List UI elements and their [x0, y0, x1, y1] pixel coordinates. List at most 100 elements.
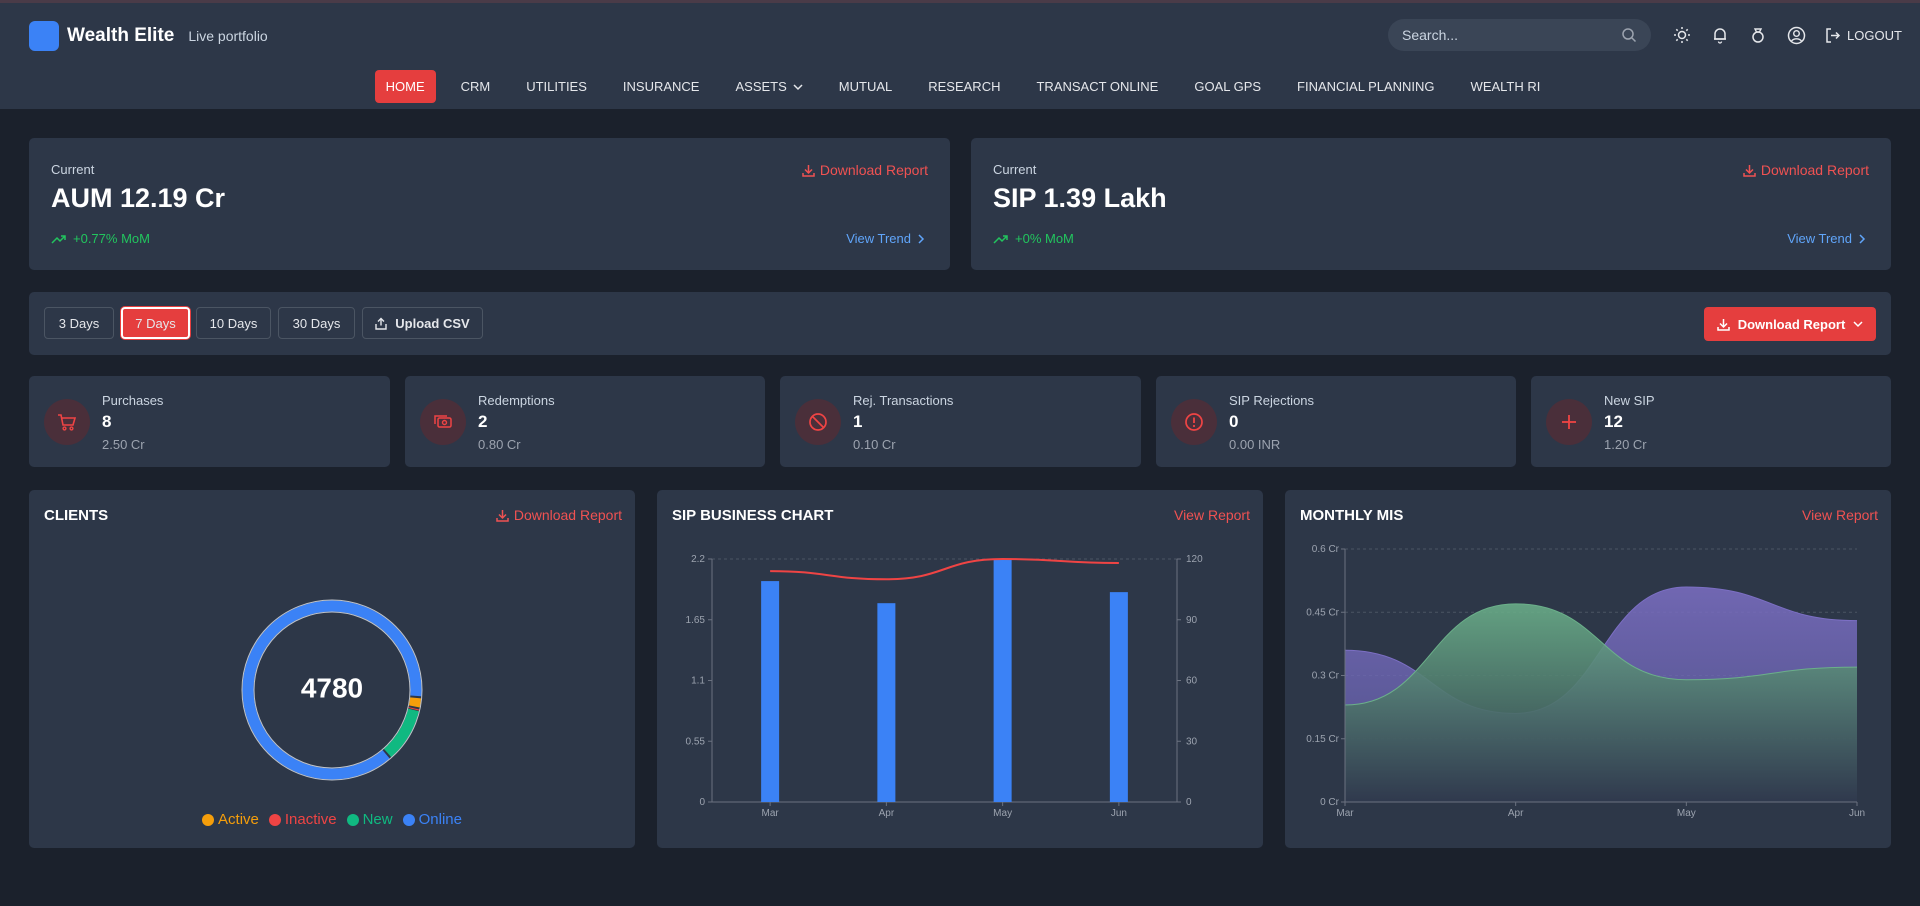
- stat-card-purchases[interactable]: Purchases 8 2.50 Cr: [29, 376, 390, 467]
- x-tick-label: Mar: [762, 808, 780, 819]
- search-box: [1388, 19, 1651, 51]
- monthly-mis-panel: MONTHLY MIS View Report 0 Cr 0.15 Cr 0.3 C…: [1285, 490, 1891, 848]
- nav-assets[interactable]: ASSETS: [724, 70, 813, 103]
- nav-transact-online[interactable]: TRANSACT ONLINE: [1025, 70, 1169, 103]
- stat-label: Purchases: [102, 393, 164, 408]
- sip-business-panel: SIP BUSINESS CHART View Report 0 0.55 1.1 1…: [657, 490, 1263, 848]
- legend-item-active[interactable]: Active: [202, 811, 259, 828]
- stat-card-new-sip[interactable]: New SIP 12 1.20 Cr: [1531, 376, 1891, 467]
- legend-label: Active: [218, 811, 259, 828]
- x-tick-label: May: [993, 808, 1012, 819]
- logout-label: LOGOUT: [1847, 27, 1902, 43]
- nav-mutual[interactable]: MUTUAL: [828, 70, 903, 103]
- search-input[interactable]: [1402, 27, 1621, 43]
- aum-download-label: Download Report: [819, 162, 928, 178]
- legend-item-new[interactable]: New: [346, 811, 393, 828]
- trend-up-icon: [993, 234, 1008, 244]
- sip-card: Current SIP 1.39 Lakh +0% MoM Download R…: [971, 138, 1891, 270]
- y-tick-label: 1.1: [691, 676, 705, 687]
- chevron-down-icon: [793, 83, 803, 90]
- sip-view-trend[interactable]: View Trend: [1787, 231, 1866, 246]
- x-tick-label: Jun: [1849, 808, 1865, 819]
- sip-value: SIP 1.39 Lakh: [993, 183, 1167, 213]
- nav-research[interactable]: RESEARCH: [917, 70, 1011, 103]
- filter-3-days[interactable]: 3 Days: [44, 307, 114, 339]
- logo[interactable]: Wealth Elite Live portfolio: [29, 21, 268, 51]
- stat-value: 2: [478, 412, 488, 431]
- stat-sub: 1.20 Cr: [1604, 437, 1647, 452]
- upload-csv-button[interactable]: Upload CSV: [362, 307, 483, 339]
- nav-financial-planning[interactable]: FINANCIAL PLANNING: [1286, 70, 1446, 103]
- aum-change: +0.77% MoM: [51, 231, 150, 246]
- aum-download-report[interactable]: Download Report: [802, 162, 928, 178]
- aum-view-trend[interactable]: View Trend: [846, 231, 925, 246]
- nav-wealth-ri[interactable]: WEALTH RI: [1460, 70, 1552, 103]
- search-icon[interactable]: [1621, 27, 1637, 43]
- nav-utilities[interactable]: UTILITIES: [515, 70, 598, 103]
- y2-tick-label: 120: [1186, 554, 1203, 565]
- trend-up-icon: [51, 234, 66, 244]
- x-tick-label: Apr: [879, 808, 895, 819]
- stat-sub: 0.00 INR: [1229, 437, 1281, 452]
- sip-change: +0% MoM: [993, 231, 1074, 246]
- y-tick-label: 1.65: [686, 615, 706, 626]
- stat-sub: 0.80 Cr: [478, 437, 521, 452]
- filter-10-days[interactable]: 10 Days: [196, 307, 271, 339]
- x-tick-label: Apr: [1508, 808, 1524, 819]
- legend-label: Online: [418, 811, 462, 828]
- nav-insurance[interactable]: INSURANCE: [612, 70, 711, 103]
- legend-dot: [346, 813, 359, 826]
- download-icon: [802, 164, 815, 177]
- sip-change-text: +0% MoM: [1015, 231, 1074, 246]
- stat-card-redemptions[interactable]: Redemptions 2 0.80 Cr: [405, 376, 765, 467]
- download-report-dropdown[interactable]: Download Report: [1704, 307, 1876, 341]
- y-tick-label: 0.15 Cr: [1306, 734, 1339, 745]
- brand-name: Wealth Elite: [67, 25, 175, 46]
- clients-total: 4780: [301, 672, 363, 703]
- stat-sub: 2.50 Cr: [102, 437, 145, 452]
- legend-dot: [202, 813, 215, 826]
- nav-goal-gps[interactable]: GOAL GPS: [1183, 70, 1272, 103]
- sip-current-label: Current: [993, 162, 1037, 177]
- bar-jun: [1109, 592, 1128, 802]
- download-icon: [1743, 164, 1756, 177]
- filter-bar: 3 Days 7 Days 10 Days 30 Days Upload CSV…: [29, 292, 1891, 355]
- aum-value: AUM 12.19 Cr: [51, 183, 226, 213]
- stat-label: Rej. Transactions: [853, 393, 954, 408]
- stat-card-sip-rejections[interactable]: SIP Rejections 0 0.00 INR: [1156, 376, 1516, 467]
- tagline: Live portfolio: [188, 28, 268, 44]
- money-bag-icon[interactable]: [1748, 25, 1768, 45]
- stat-card-rej-transactions[interactable]: Rej. Transactions 1 0.10 Cr: [780, 376, 1141, 467]
- y2-tick-label: 60: [1186, 676, 1198, 687]
- stat-label: New SIP: [1604, 393, 1655, 408]
- nav-home[interactable]: HOME: [374, 70, 436, 103]
- logout-icon: [1826, 27, 1841, 43]
- aum-card: Current AUM 12.19 Cr +0.77% MoM Download…: [29, 138, 950, 270]
- legend-label: Inactive: [284, 811, 337, 828]
- aum-view-trend-label: View Trend: [846, 231, 911, 246]
- logout-button[interactable]: LOGOUT: [1824, 27, 1902, 44]
- sip-download-report[interactable]: Download Report: [1743, 162, 1869, 178]
- bell-icon[interactable]: [1710, 25, 1730, 45]
- legend-item-online[interactable]: Online: [402, 811, 462, 828]
- filter-30-days[interactable]: 30 Days: [278, 307, 355, 339]
- filter-7-days[interactable]: 7 Days: [121, 307, 190, 339]
- sip-download-label: Download Report: [1760, 162, 1869, 178]
- legend-item-inactive[interactable]: Inactive: [268, 811, 337, 828]
- stat-sub: 0.10 Cr: [853, 437, 896, 452]
- clients-panel: CLIENTS Download Report 4780 Active Inac…: [29, 490, 635, 848]
- sip-view-trend-label: View Trend: [1787, 231, 1852, 246]
- nav-crm[interactable]: CRM: [450, 70, 502, 103]
- stat-label: Redemptions: [478, 393, 555, 408]
- ban-icon: [795, 399, 841, 445]
- x-tick-label: May: [1677, 808, 1696, 819]
- sip-business-chart: 0 0.55 1.1 1.65 2.2 0 30 60 90 120 Mar Apr May Jun: [686, 554, 1204, 819]
- clients-donut-chart: 4780: [241, 599, 423, 781]
- theme-sun-icon[interactable]: [1672, 25, 1692, 45]
- user-profile-icon[interactable]: [1786, 25, 1806, 45]
- alert-icon: [1171, 399, 1217, 445]
- upload-csv-label: Upload CSV: [395, 315, 470, 331]
- logo-icon: [29, 21, 59, 51]
- chevron-right-icon: [918, 233, 925, 244]
- legend-dot: [402, 813, 415, 826]
